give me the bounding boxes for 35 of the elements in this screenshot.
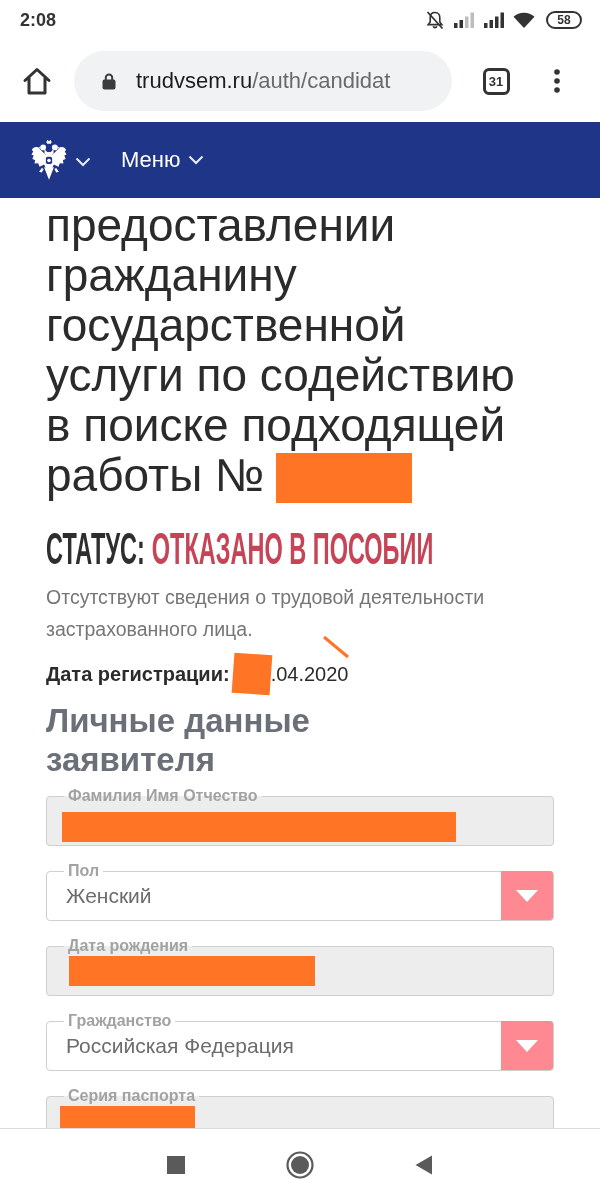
field-label: Гражданство [67, 1012, 173, 1030]
battery-indicator: 58 [546, 11, 582, 29]
status-note: Отсутствуют сведения о трудовой деятельности застрахованного лица. [46, 585, 486, 642]
chevron-down-icon[interactable] [75, 157, 91, 167]
document-title: предоставлении гражданину государственной услуги по содействию в поиске подходящей работы № [46, 199, 515, 501]
signal-icon [453, 12, 475, 28]
status-time: 2:08 [20, 9, 57, 31]
select-field[interactable]: Пол Женский [46, 862, 554, 921]
home-button-icon[interactable] [286, 1150, 314, 1179]
status-value: ОТКАЗАНО В ПОСОБИИ [151, 526, 434, 572]
chevron-down-icon [188, 155, 205, 165]
lock-icon [102, 72, 116, 90]
tab-switcher-button[interactable]: 31 [482, 67, 510, 95]
stroke-mark-icon [322, 635, 350, 659]
field-label: Серия паспорта [67, 1087, 197, 1105]
url-field[interactable]: trudvsem.ru/auth/candidat [74, 51, 452, 111]
more-options-icon[interactable] [554, 69, 560, 93]
menu-button[interactable]: Меню [121, 147, 205, 173]
back-icon[interactable] [415, 1154, 433, 1175]
eagle-emblem-icon[interactable] [31, 138, 67, 182]
section-title: Личные данные заявителя [46, 701, 311, 779]
select-field[interactable]: Гражданство Российская Федерация [46, 1012, 554, 1071]
recents-icon[interactable] [167, 1155, 185, 1174]
field-label: Дата рождения [67, 937, 190, 955]
wifi-icon [513, 12, 535, 28]
muted-bell-icon [425, 10, 445, 30]
caret-down-icon [516, 1039, 538, 1052]
field-label: Пол [67, 862, 101, 880]
signal-icon [483, 12, 505, 28]
caret-down-icon [516, 889, 538, 902]
registration-label: Дата регистрации: [46, 662, 230, 686]
status-label: СТАТУС: [46, 526, 145, 572]
home-icon[interactable] [22, 66, 52, 96]
registration-date: .04.2020 [270, 662, 349, 686]
field-label: Фамилия Имя Отчество [67, 787, 259, 805]
